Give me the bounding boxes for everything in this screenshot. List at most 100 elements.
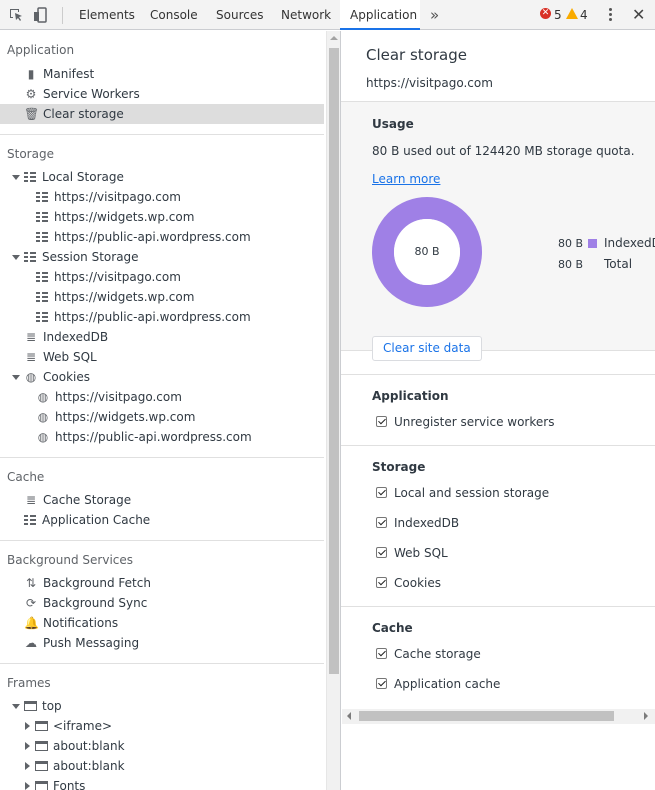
scroll-left-arrow[interactable] [347,712,351,720]
tab-application[interactable]: Application [340,0,420,30]
close-icon[interactable]: ✕ [632,5,645,24]
checkbox-checked[interactable] [376,577,387,588]
checkbox-checked[interactable] [376,678,387,689]
sidebar-item-background-fetch[interactable]: ⇅ Background Fetch [24,573,151,593]
checkbox-checked[interactable] [376,648,387,659]
checkbox-local-session-storage[interactable]: Local and session storage [376,485,549,501]
checkbox-checked[interactable] [376,416,387,427]
legend-indexeddb-name: IndexedDB [604,236,655,250]
chevron-down-icon[interactable] [12,175,20,180]
scroll-right-arrow[interactable] [644,712,648,720]
sidebar-item-cache-storage[interactable]: ≣ Cache Storage [24,490,131,510]
sidebar-item-manifest[interactable]: ▮ Manifest [24,64,95,84]
sidebar-item-fonts[interactable]: Fonts [35,776,85,790]
grid-icon [36,312,48,322]
chevron-down-icon[interactable] [12,255,20,260]
grid-icon [36,272,48,282]
error-icon[interactable]: ✕ [540,8,551,19]
sidebar-item-frame-top[interactable]: top [24,696,62,716]
sidebar-scrollbar[interactable] [326,31,340,790]
sidebar-item-local-storage[interactable]: Local Storage [24,167,124,187]
section-divider [0,663,324,664]
chevron-down-icon[interactable] [12,704,20,709]
sidebar-item-frame-child[interactable]: about:blank [35,756,125,776]
grid-icon [24,172,36,182]
tab-elements[interactable]: Elements [79,0,135,30]
sidebar-item-cookies[interactable]: ◍ Cookies [24,367,90,387]
more-tabs-button[interactable]: » [430,6,439,24]
grid-icon [36,192,48,202]
grid-icon [24,515,36,525]
device-toggle-icon[interactable] [33,7,49,23]
section-title-frames: Frames [7,676,51,690]
clear-site-data-button[interactable]: Clear site data [372,336,482,361]
checkbox-application-cache[interactable]: Application cache [376,676,500,692]
tab-sources[interactable]: Sources [216,0,263,30]
sidebar-item-application-cache[interactable]: Application Cache [24,510,150,530]
sidebar-item-session-storage[interactable]: Session Storage [24,247,139,267]
sidebar-item-cookie-origin[interactable]: ◍ https://public-api.wordpress.com [36,427,252,447]
checkbox-checked[interactable] [376,547,387,558]
sidebar-item-websql[interactable]: ≣ Web SQL [24,347,97,367]
checkbox-cache-storage[interactable]: Cache storage [376,646,481,662]
sidebar-item-frame-child[interactable]: <iframe> [35,716,112,736]
cookie-icon: ◍ [37,390,49,404]
sidebar-item-cookie-origin[interactable]: ◍ https://widgets.wp.com [36,407,196,427]
chevron-right-icon[interactable] [25,762,30,770]
usage-text: 80 B used out of 124420 MB storage quota… [372,144,635,158]
learn-more-link[interactable]: Learn more [372,172,440,186]
sidebar-item-clear-storage[interactable]: 🗑 Clear storage [24,104,124,124]
devtools-toolbar: Elements Console Sources Network Applica… [0,0,655,30]
sidebar-item-indexeddb[interactable]: ≣ IndexedDB [24,327,108,347]
frame-icon [35,781,48,790]
cookie-icon: ◍ [37,410,49,424]
sidebar-item-notifications[interactable]: 🔔 Notifications [24,613,118,633]
scroll-up-arrow[interactable] [330,36,338,40]
sidebar-item-session-storage-origin[interactable]: https://widgets.wp.com [36,287,194,307]
tab-console[interactable]: Console [150,0,198,30]
legend-indexeddb-swatch [588,239,597,248]
cache-heading: Cache [372,621,413,635]
legend-indexeddb-value: 80 B [558,237,584,250]
inspect-icon[interactable] [8,7,24,23]
document-icon: ▮ [27,67,35,81]
checkbox-indexeddb[interactable]: IndexedDB [376,515,459,531]
database-icon: ≣ [25,350,37,364]
sidebar-item-local-storage-origin[interactable]: https://widgets.wp.com [36,207,194,227]
sidebar-item-session-storage-origin[interactable]: https://visitpago.com [36,267,181,287]
cloud-icon: ☁ [25,636,37,650]
sidebar-item-cookie-origin[interactable]: ◍ https://visitpago.com [36,387,182,407]
toolbar-divider [62,7,63,24]
sidebar-item-push-messaging[interactable]: ☁ Push Messaging [24,633,139,653]
usage-section: Usage 80 B used out of 124420 MB storage… [341,101,655,351]
chevron-right-icon[interactable] [25,742,30,750]
main-scrollbar-thumb[interactable] [359,711,614,721]
warning-icon[interactable] [566,8,578,19]
sidebar-item-session-storage-origin[interactable]: https://public-api.wordpress.com [36,307,251,327]
checkbox-unregister-service-workers[interactable]: Unregister service workers [376,414,554,430]
kebab-menu-icon[interactable] [609,8,613,24]
legend-total-name: Total [604,257,633,271]
sidebar-item-local-storage-origin[interactable]: https://visitpago.com [36,187,181,207]
frame-icon [35,741,48,751]
chevron-right-icon[interactable] [25,722,30,730]
chevron-right-icon[interactable] [25,782,30,790]
sidebar-item-background-sync[interactable]: ⟳ Background Sync [24,593,147,613]
checkbox-websql[interactable]: Web SQL [376,545,448,561]
checkbox-checked[interactable] [376,517,387,528]
chevron-down-icon[interactable] [12,375,20,380]
sidebar-scrollbar-thumb[interactable] [329,48,339,674]
sidebar-item-local-storage-origin[interactable]: https://public-api.wordpress.com [36,227,251,247]
tab-network[interactable]: Network [281,0,331,30]
checkbox-checked[interactable] [376,487,387,498]
section-title-cache: Cache [7,470,45,484]
main-horizontal-scrollbar[interactable] [342,709,655,724]
sidebar-item-frame-child[interactable]: about:blank [35,736,125,756]
sidebar-item-service-workers[interactable]: ⚙ Service Workers [24,84,140,104]
origin-url: https://visitpago.com [366,76,493,90]
frame-icon [24,701,37,711]
checkbox-cookies[interactable]: Cookies [376,575,441,591]
error-count[interactable]: 5 [554,8,562,22]
gear-icon: ⚙ [25,87,37,101]
warning-count[interactable]: 4 [580,8,588,22]
